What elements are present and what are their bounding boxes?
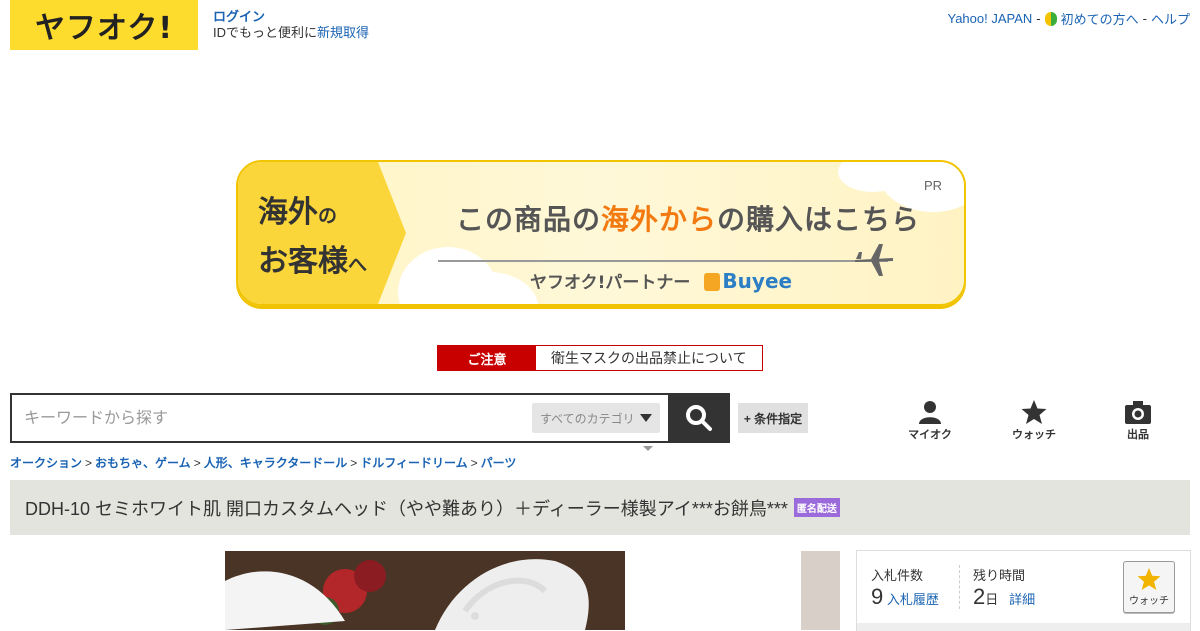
bid-history-link[interactable]: 入札履歴	[887, 592, 939, 607]
chevron-down-icon	[640, 414, 652, 422]
search-input[interactable]	[22, 395, 526, 443]
time-left-label: 残り時間	[973, 568, 1026, 583]
watch-button[interactable]: ウォッチ	[1123, 561, 1175, 613]
main-product-image[interactable]	[225, 551, 625, 630]
bid-count-block: 入札件数 9 入札履歴	[871, 565, 939, 610]
user-icon	[919, 401, 941, 424]
airplane-icon	[855, 244, 893, 276]
yahuoku-logo[interactable]: ヤフオク!	[10, 0, 198, 50]
breadcrumb: オークション > おもちゃ、ゲーム > 人形、キャラクタードール > ドルフィードリーム > パ…	[10, 456, 517, 470]
breadcrumb-item[interactable]: パーツ	[481, 456, 517, 470]
banner-headline: この商品の海外からの購入はこちら	[456, 203, 921, 236]
notice-box[interactable]: ご注意 衛生マスクの出品禁止について	[437, 345, 763, 371]
banner-left-text: 海外の お客様へ	[258, 195, 368, 279]
flight-line	[438, 260, 888, 262]
divider	[959, 565, 961, 609]
item-title-bar: DDH-10 セミホワイト肌 開口カスタムヘッド（やや難あり）＋ディーラー様製ア…	[10, 480, 1190, 535]
anonymous-shipping-badge: 匿名配送	[793, 498, 840, 517]
star-icon	[1137, 568, 1161, 590]
login-link[interactable]: ログイン	[213, 9, 369, 25]
beginners-link[interactable]: 初めての方へ	[1061, 9, 1139, 28]
notice-text[interactable]: 衛生マスクの出品禁止について	[536, 346, 762, 370]
chevron-down-icon[interactable]	[643, 446, 653, 451]
my-auction-link[interactable]: マイオク	[900, 400, 960, 442]
category-select[interactable]: すべてのカテゴリ	[532, 403, 660, 433]
pr-label: PR	[923, 178, 942, 193]
buyee-icon	[704, 272, 721, 291]
time-left-block: 残り時間 2日 詳細	[973, 565, 1035, 610]
watch-list-link[interactable]: ウォッチ	[1004, 400, 1064, 442]
search-icon	[686, 405, 712, 431]
signup-link[interactable]: 新規取得	[317, 25, 369, 40]
login-description: IDでもっと便利に	[213, 25, 318, 40]
help-link[interactable]: ヘルプ	[1151, 9, 1190, 28]
details-link[interactable]: 詳細	[1009, 592, 1035, 607]
bid-count: 9	[871, 584, 884, 609]
breadcrumb-item[interactable]: 人形、キャラクタードール	[204, 456, 348, 470]
time-left-unit: 日	[985, 592, 999, 607]
search-box: すべてのカテゴリ	[10, 393, 668, 443]
bid-count-label: 入札件数	[871, 568, 924, 583]
breadcrumb-item[interactable]: オークション	[10, 456, 82, 470]
top-links: Yahoo! JAPAN - 初めての方へ - ヘルプ	[947, 9, 1190, 28]
advanced-search-button[interactable]: + 条件指定	[738, 403, 808, 433]
sell-link[interactable]: 出品	[1108, 400, 1168, 442]
separator: -	[1036, 11, 1041, 26]
breadcrumb-item[interactable]: おもちゃ、ゲーム	[95, 456, 191, 470]
partner-line: ヤフオク!パートナー Buyee	[530, 268, 793, 294]
item-title: DDH-10 セミホワイト肌 開口カスタムヘッド（やや難あり）＋ディーラー様製ア…	[25, 498, 788, 519]
beginner-leaf-icon	[1044, 11, 1057, 26]
camera-icon	[1125, 401, 1151, 424]
breadcrumb-item[interactable]: ドルフィードリーム	[360, 456, 467, 470]
thumbnail-image[interactable]	[801, 551, 840, 630]
overseas-buyee-banner[interactable]: 海外の お客様へ この商品の海外からの購入はこちら PR ヤフオク!パートナー …	[236, 160, 966, 306]
search-button[interactable]	[668, 393, 730, 443]
product-photo	[225, 551, 625, 630]
login-box: ログイン IDでもっと便利に新規取得	[213, 9, 369, 41]
separator: -	[1142, 11, 1147, 26]
notice-tag: ご注意	[438, 346, 536, 370]
time-left-value: 2	[973, 584, 986, 609]
yahoo-japan-link[interactable]: Yahoo! JAPAN	[947, 11, 1032, 26]
bid-panel: 入札件数 9 入札履歴 残り時間 2日 詳細 ウォッチ	[856, 550, 1191, 631]
star-icon	[1021, 400, 1047, 424]
